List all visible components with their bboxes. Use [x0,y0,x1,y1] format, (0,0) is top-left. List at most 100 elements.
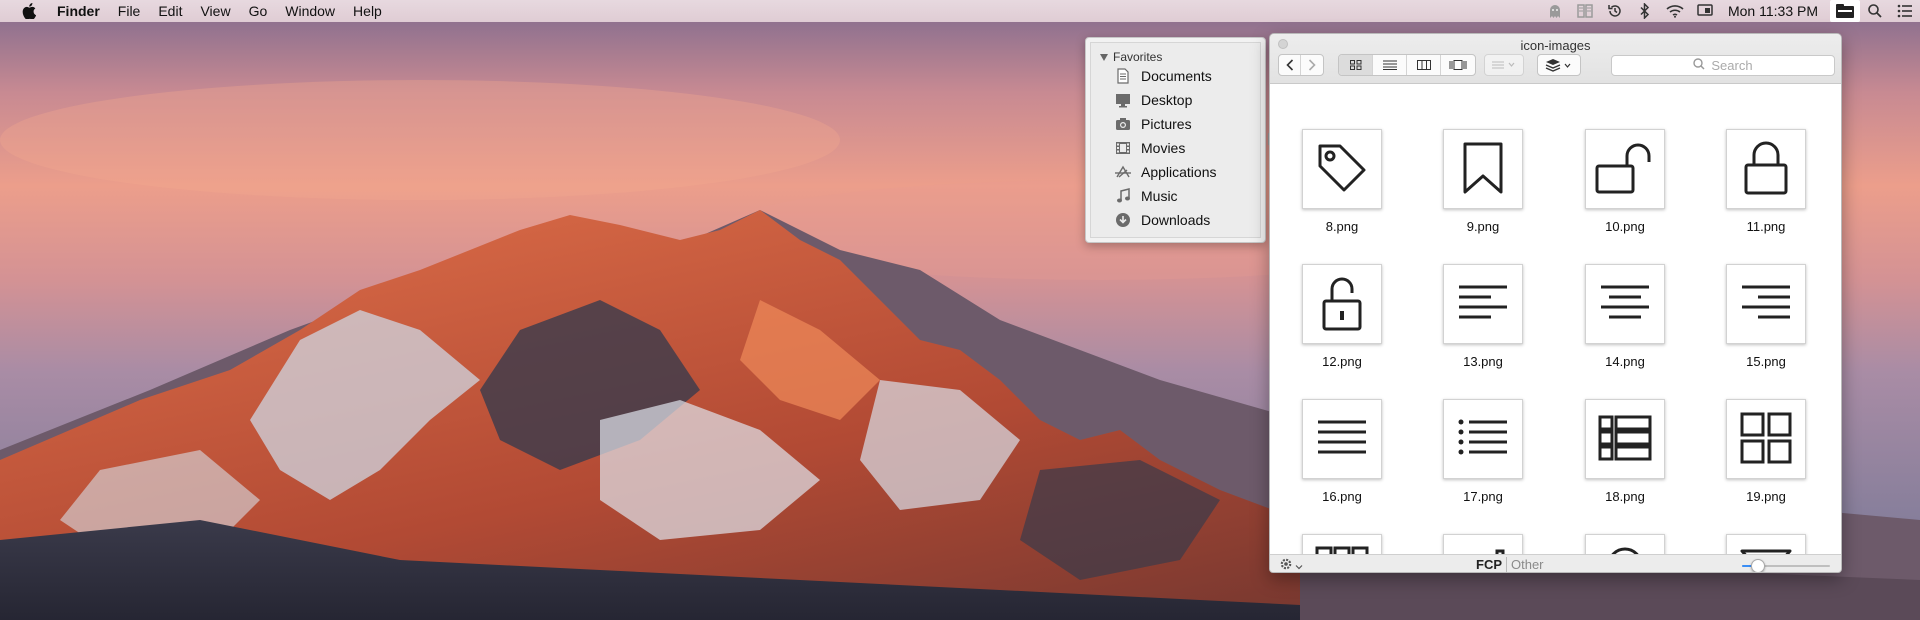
file-item[interactable] [1285,534,1385,554]
file-thumbnail[interactable] [1585,129,1665,209]
file-item[interactable] [1709,534,1809,554]
display-icon[interactable] [1690,0,1720,22]
notification-center-icon[interactable] [1890,0,1920,22]
file-thumbnail[interactable] [1443,399,1523,479]
sidebar-item-label: Pictures [1141,116,1192,132]
file-name: 10.png [1605,219,1645,234]
finder-tray-icon[interactable] [1830,0,1860,22]
icon-size-slider[interactable] [1742,559,1830,572]
camera-icon [1114,115,1132,133]
file-thumbnail[interactable] [1302,129,1382,209]
file-thumbnail[interactable] [1585,534,1665,554]
menu-file[interactable]: File [109,0,150,22]
file-thumbnail[interactable] [1302,264,1382,344]
file-item[interactable]: 14.png [1568,264,1668,369]
list-view-button[interactable] [1373,55,1407,75]
menu-window[interactable]: Window [276,0,344,22]
applications-icon [1114,163,1132,181]
file-name: 15.png [1746,354,1786,369]
file-item[interactable]: 9.png [1426,129,1526,234]
apple-menu-icon[interactable] [18,0,40,22]
justify-icon [1316,418,1368,461]
file-thumbnail[interactable] [1302,399,1382,479]
file-item[interactable] [1426,534,1526,554]
file-item[interactable] [1568,534,1668,554]
cover-flow-button[interactable] [1441,55,1475,75]
file-icon-grid: 8.png 9.png 10.png 11.png 12.png 13.png … [1270,84,1841,554]
tag-fcp[interactable]: FCP [1476,557,1507,572]
bookmark-icon [1459,140,1507,199]
bluetooth-icon[interactable] [1630,0,1660,22]
forward-button[interactable] [1301,55,1323,75]
window-titlebar[interactable]: icon-images Search [1270,34,1841,84]
menu-bar: Finder File Edit View Go Window Help Mon… [0,0,1920,22]
file-item[interactable]: 15.png [1709,264,1809,369]
file-thumbnail[interactable] [1302,534,1382,554]
file-name: 11.png [1746,219,1786,234]
tag-other[interactable]: Other [1507,557,1544,572]
file-name: 14.png [1605,354,1645,369]
file-item[interactable]: 11.png [1709,129,1809,234]
menu-clock[interactable]: Mon 11:33 PM [1720,0,1830,22]
wifi-icon[interactable] [1660,0,1690,22]
file-name: 12.png [1322,354,1362,369]
menu-view[interactable]: View [191,0,239,22]
finder-window: icon-images Search 8.png 9.png 10.png 11… [1269,33,1842,573]
file-thumbnail[interactable] [1443,129,1523,209]
file-thumbnail[interactable] [1443,534,1523,554]
sidebar-item-label: Desktop [1141,92,1193,108]
file-item[interactable]: 13.png [1426,264,1526,369]
action-menu-button[interactable] [1279,557,1303,572]
disclosure-triangle-icon[interactable] [1100,53,1108,61]
sidebar-item-applications[interactable]: Applications [1114,161,1264,183]
file-item[interactable]: 17.png [1426,399,1526,504]
sidebar-item-movies[interactable]: Movies [1114,137,1264,159]
tag-icon [1314,140,1370,199]
file-thumbnail[interactable] [1726,399,1806,479]
sidebar-item-pictures[interactable]: Pictures [1114,113,1264,135]
sidebar-item-downloads[interactable]: Downloads [1114,209,1264,231]
file-thumbnail[interactable] [1726,264,1806,344]
align-center-icon [1599,283,1651,326]
time-machine-icon[interactable] [1600,0,1630,22]
menu-bar-extras: Mon 11:33 PM [1540,0,1920,22]
file-item[interactable]: 12.png [1285,264,1385,369]
sidebar-section-favorites[interactable]: Favorites [1100,50,1162,64]
file-item[interactable]: 18.png [1568,399,1668,504]
list-view-icon [1598,415,1652,464]
stack-menu-button[interactable] [1537,54,1581,76]
sidebar-item-label: Movies [1141,140,1186,156]
menu-help[interactable]: Help [344,0,391,22]
search-field[interactable]: Search [1611,55,1835,76]
search-placeholder: Search [1711,58,1753,73]
menu-go[interactable]: Go [240,0,277,22]
columns-icon[interactable] [1570,0,1600,22]
file-thumbnail[interactable] [1443,264,1523,344]
arrange-button[interactable] [1484,54,1524,76]
sidebar-item-label: Music [1141,188,1178,204]
gear-icon [1279,557,1293,572]
file-item[interactable]: 10.png [1568,129,1668,234]
file-item[interactable]: 19.png [1709,399,1809,504]
column-view-button[interactable] [1407,55,1441,75]
file-item[interactable]: 16.png [1285,399,1385,504]
menu-app-finder[interactable]: Finder [48,0,109,22]
file-thumbnail[interactable] [1585,399,1665,479]
sidebar-item-documents[interactable]: Documents [1114,65,1264,87]
tag-bar: FCP Other [1476,557,1544,572]
spotlight-search-icon[interactable] [1860,0,1890,22]
file-thumbnail[interactable] [1585,264,1665,344]
icon-view-button[interactable] [1339,55,1373,75]
grid-2x2-icon [1740,412,1792,467]
back-button[interactable] [1279,55,1301,75]
file-thumbnail[interactable] [1726,534,1806,554]
sidebar-item-desktop[interactable]: Desktop [1114,89,1264,111]
file-item[interactable]: 8.png [1285,129,1385,234]
sidebar-list: Favorites Documents Desktop Pictures Mov… [1090,42,1261,238]
ghost-icon[interactable] [1540,0,1570,22]
menu-edit[interactable]: Edit [149,0,191,22]
bar-chart-icon [1457,547,1509,554]
file-thumbnail[interactable] [1726,129,1806,209]
sidebar-item-music[interactable]: Music [1114,185,1264,207]
slider-knob[interactable] [1750,559,1765,572]
